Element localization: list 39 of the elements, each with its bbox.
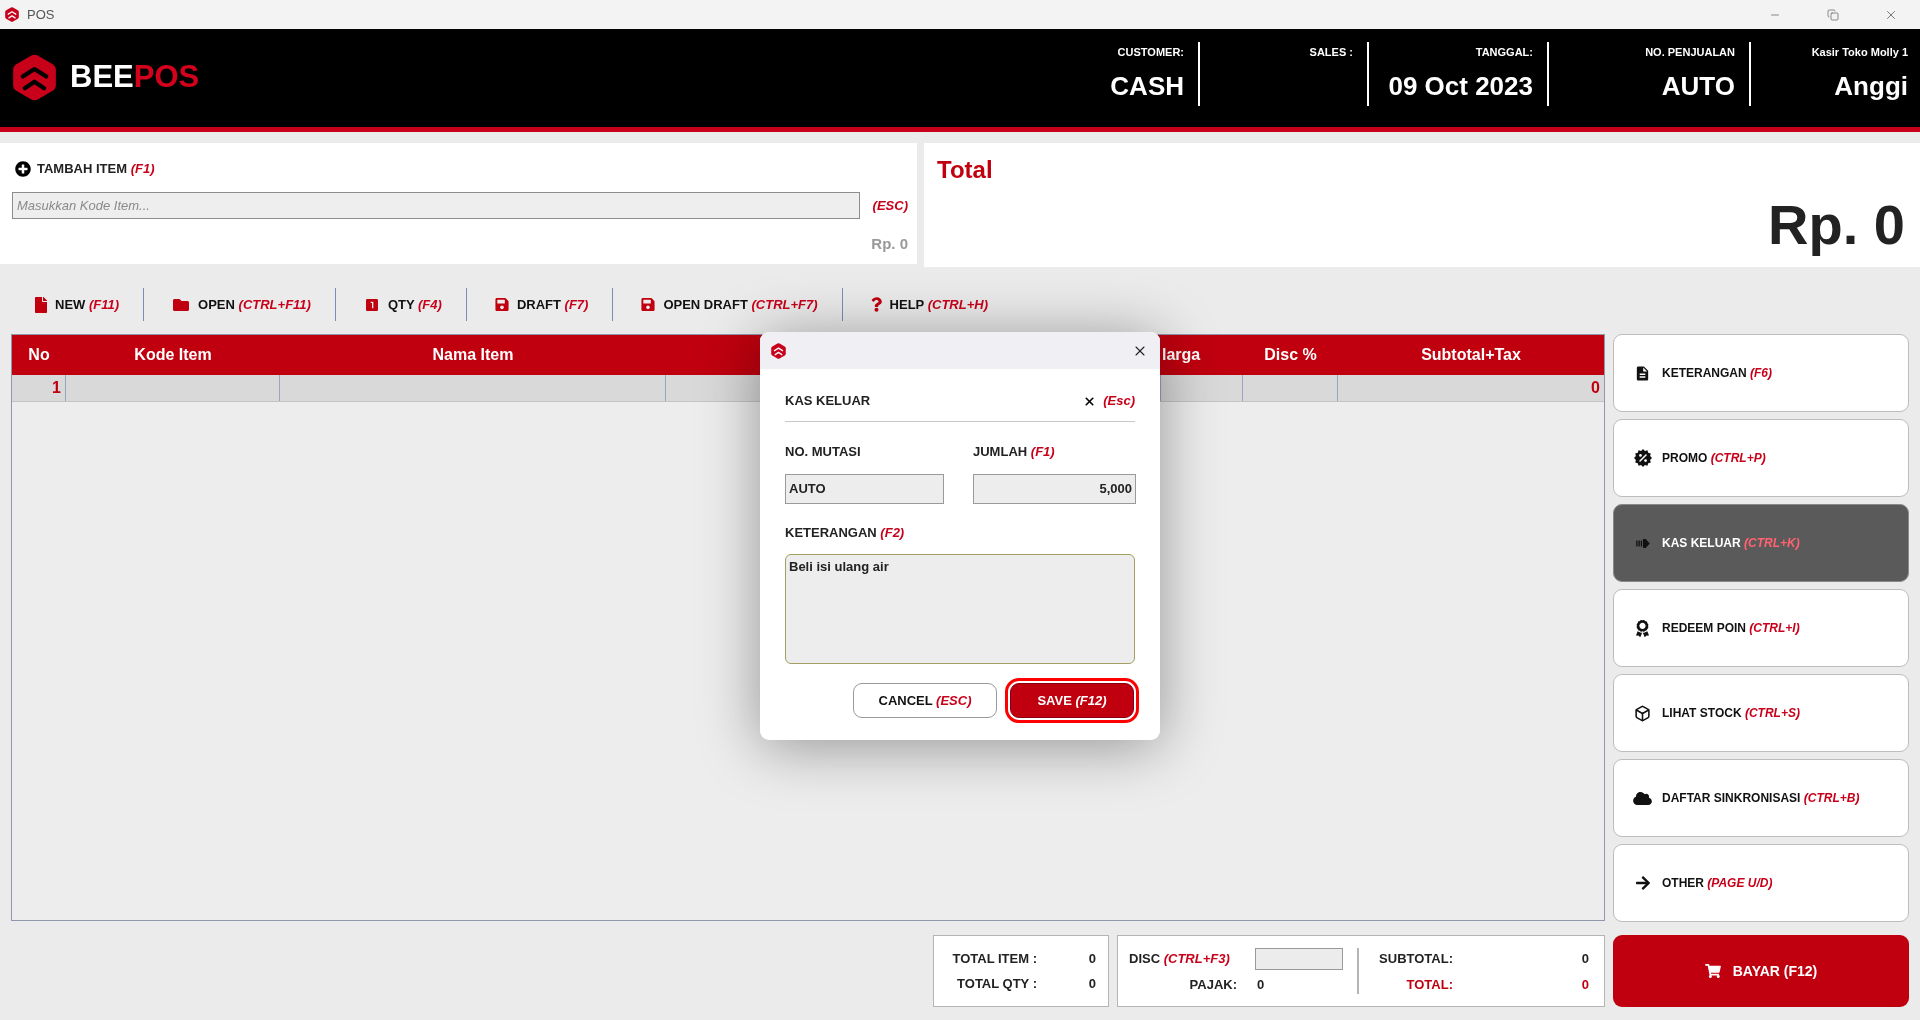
column-header: larga	[1162, 345, 1201, 365]
column-header: Kode Item	[134, 345, 212, 365]
field-value: 09 Oct 2023	[1388, 71, 1533, 101]
field-label: NO. PENJUALAN	[1645, 45, 1735, 59]
item-price: Rp. 0	[871, 235, 908, 253]
column-header: Subtotal+Tax	[1421, 345, 1521, 365]
summary-value: 0	[1581, 950, 1589, 968]
field-label: CUSTOMER:	[1117, 45, 1184, 59]
total-amount: Rp. 0	[1768, 195, 1905, 255]
field-label: NO. MUTASI	[785, 444, 862, 460]
field-label: JUMLAH (F1)	[973, 444, 1056, 460]
column-header: Disc %	[1264, 345, 1317, 365]
summary-label: TOTAL QTY :	[957, 975, 1037, 993]
summary-label: TOTAL ITEM :	[952, 950, 1037, 968]
summary-value: 0	[1088, 950, 1096, 968]
summary-label: SUBTOTAL:	[1379, 950, 1453, 968]
field-label: KETERANGAN (F2)	[785, 525, 906, 541]
section-title: TAMBAH ITEM (F1)	[37, 160, 155, 179]
summary-value: 0	[1256, 976, 1266, 994]
field-value: Anggi	[1834, 71, 1908, 101]
column-header: No	[28, 345, 50, 365]
table-cell-text: 1	[52, 378, 61, 398]
dialog-title: KAS KELUAR	[785, 392, 871, 411]
field-label: TANGGAL:	[1475, 45, 1533, 59]
total-title: Total	[937, 155, 993, 185]
summary-value: 0	[1088, 975, 1096, 993]
table-cell-text: 0	[1591, 378, 1600, 398]
discount-label: DISC (CTRL+F3)	[1129, 950, 1231, 969]
field-label: Kasir Toko Molly 1	[1811, 45, 1908, 59]
summary-label: PAJAK:	[1189, 976, 1237, 994]
summary-value: 0	[1581, 976, 1589, 994]
column-header: Nama Item	[432, 345, 514, 365]
field-label: SALES :	[1309, 45, 1353, 59]
summary-label: TOTAL:	[1406, 976, 1453, 994]
window-title: POS	[27, 5, 55, 24]
field-value: CASH	[1110, 71, 1184, 101]
shortcut-hint: (ESC)	[872, 196, 908, 215]
field-value: AUTO	[1661, 71, 1735, 101]
brand-logo-text: BEEPOS	[70, 57, 200, 96]
